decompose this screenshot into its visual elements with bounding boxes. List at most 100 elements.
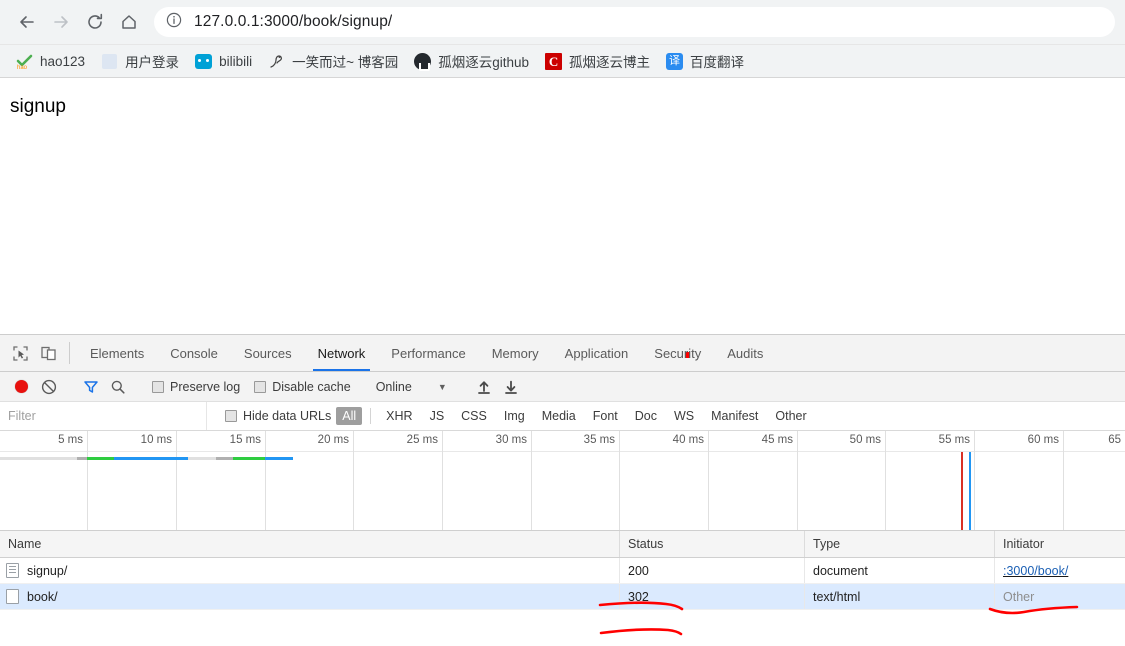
bookmark-cnblogs[interactable]: 一笑而过~ 博客园 bbox=[260, 48, 406, 74]
table-header-row: Name Status Type Initiator bbox=[0, 531, 1125, 558]
inspect-element-icon bbox=[12, 345, 28, 361]
upload-icon bbox=[478, 380, 491, 394]
forward-button[interactable] bbox=[44, 5, 78, 39]
address-bar[interactable]: 127.0.0.1:3000/book/signup/ bbox=[154, 7, 1115, 37]
reload-button[interactable] bbox=[78, 5, 112, 39]
initiator-link[interactable]: :3000/book/ bbox=[1003, 564, 1068, 578]
overview-bar-segment bbox=[77, 457, 87, 460]
disable-cache-checkbox[interactable]: Disable cache bbox=[254, 380, 351, 394]
bookmark-label: bilibili bbox=[219, 53, 253, 69]
request-name-cell[interactable]: book/ bbox=[0, 584, 620, 609]
filter-button[interactable] bbox=[77, 374, 104, 400]
bookmark-bilibili[interactable]: bilibili bbox=[187, 48, 260, 74]
timeline-tick: 25 ms bbox=[354, 431, 443, 530]
overview-bar-segment bbox=[216, 457, 233, 460]
table-row[interactable]: signup/ 200 document :3000/book/ bbox=[0, 558, 1125, 584]
disable-cache-label: Disable cache bbox=[272, 379, 351, 394]
clear-button[interactable] bbox=[35, 374, 62, 400]
hide-data-urls-checkbox[interactable]: Hide data URLs bbox=[225, 409, 331, 423]
tab-elements[interactable]: Elements bbox=[77, 335, 157, 371]
page-info-icon[interactable] bbox=[166, 12, 182, 33]
timeline-tick: 60 ms bbox=[975, 431, 1064, 530]
filter-type-all[interactable]: All bbox=[336, 407, 363, 425]
export-har-button[interactable] bbox=[498, 374, 525, 400]
bookmark-hao123[interactable]: hao hao123 bbox=[8, 48, 93, 74]
filter-type-img[interactable]: Img bbox=[498, 407, 531, 425]
tab-label: Elements bbox=[90, 345, 145, 361]
bookmark-label: 一笑而过~ 博客园 bbox=[292, 55, 399, 70]
network-toolbar: Preserve log Disable cache Online ▼ bbox=[0, 372, 1125, 402]
tab-audits[interactable]: Audits bbox=[714, 335, 776, 371]
request-name-cell[interactable]: signup/ bbox=[0, 558, 620, 583]
column-header-name[interactable]: Name bbox=[0, 531, 620, 557]
bookmark-github[interactable]: 孤烟逐云github bbox=[406, 48, 537, 74]
tick-label: 35 ms bbox=[583, 434, 615, 446]
tab-memory[interactable]: Memory bbox=[479, 335, 552, 371]
tab-console[interactable]: Console bbox=[157, 335, 231, 371]
timeline-tick: 65 bbox=[1064, 431, 1125, 530]
tab-label: Memory bbox=[491, 345, 539, 361]
table-row[interactable]: book/ 302 text/html Other bbox=[0, 584, 1125, 610]
column-header-status[interactable]: Status bbox=[620, 531, 805, 557]
filter-type-font[interactable]: Font bbox=[587, 407, 624, 425]
network-filter-bar: Filter Hide data URLs All XHR JS CSS Img… bbox=[0, 402, 1125, 431]
tab-label: Application bbox=[564, 345, 629, 361]
tick-label: 55 ms bbox=[938, 434, 970, 446]
overview-bar-segment bbox=[265, 457, 293, 460]
tab-network[interactable]: Network bbox=[305, 335, 379, 371]
tab-sources[interactable]: Sources bbox=[231, 335, 305, 371]
overview-bar-segment bbox=[87, 457, 114, 460]
tab-security[interactable]: Security bbox=[641, 335, 714, 371]
filter-type-ws[interactable]: WS bbox=[668, 407, 700, 425]
filter-type-doc[interactable]: Doc bbox=[629, 407, 663, 425]
filter-icon bbox=[83, 380, 98, 393]
filter-type-css[interactable]: CSS bbox=[455, 407, 493, 425]
tab-label: Console bbox=[170, 345, 218, 361]
browser-toolbar: 127.0.0.1:3000/book/signup/ bbox=[0, 0, 1125, 45]
filter-divider bbox=[370, 408, 372, 424]
preserve-log-checkbox[interactable]: Preserve log bbox=[152, 380, 240, 394]
filter-type-other[interactable]: Other bbox=[769, 407, 812, 425]
filter-type-js[interactable]: JS bbox=[424, 407, 451, 425]
tick-label: 15 ms bbox=[229, 434, 261, 446]
bookmark-label: 用户登录 bbox=[125, 55, 180, 70]
device-toolbar-button[interactable] bbox=[34, 335, 62, 371]
document-blank-icon bbox=[6, 589, 19, 604]
download-icon bbox=[505, 380, 518, 394]
filter-input[interactable]: Filter bbox=[0, 402, 207, 430]
network-overview[interactable]: 5 ms 10 ms 15 ms 20 ms 25 ms 30 ms 35 ms… bbox=[0, 431, 1125, 531]
tab-application[interactable]: Application bbox=[552, 335, 642, 371]
back-button[interactable] bbox=[10, 5, 44, 39]
request-initiator-cell: Other bbox=[1003, 589, 1035, 604]
github-favicon bbox=[414, 52, 432, 71]
bookmark-label: hao123 bbox=[40, 53, 86, 69]
devtools-panel: Elements Console Sources Network Perform… bbox=[0, 334, 1125, 635]
timeline-tick: 10 ms bbox=[88, 431, 177, 530]
request-initiator-cell[interactable]: :3000/book/ bbox=[995, 558, 1125, 583]
home-button[interactable] bbox=[112, 5, 146, 39]
filter-type-media[interactable]: Media bbox=[536, 407, 582, 425]
timeline-tick: 30 ms bbox=[443, 431, 532, 530]
column-header-initiator[interactable]: Initiator bbox=[995, 531, 1125, 557]
filter-type-xhr[interactable]: XHR bbox=[380, 407, 418, 425]
filter-type-manifest[interactable]: Manifest bbox=[705, 407, 764, 425]
import-har-button[interactable] bbox=[471, 374, 498, 400]
bookmark-label: 孤烟逐云github bbox=[438, 55, 530, 70]
tab-performance[interactable]: Performance bbox=[378, 335, 478, 371]
checkbox-box bbox=[152, 380, 164, 393]
address-bar-url[interactable]: 127.0.0.1:3000/book/signup/ bbox=[194, 13, 392, 31]
column-header-type[interactable]: Type bbox=[805, 531, 995, 557]
inspect-element-button[interactable] bbox=[6, 335, 34, 371]
bookmark-user-login[interactable]: 用户登录 bbox=[93, 48, 187, 74]
tick-label: 45 ms bbox=[761, 434, 793, 446]
tick-label: 10 ms bbox=[140, 434, 172, 446]
bookmark-csdn[interactable]: C 孤烟逐云博主 bbox=[537, 48, 658, 74]
filter-placeholder: Filter bbox=[8, 409, 36, 423]
throttling-select[interactable]: Online ▼ bbox=[376, 380, 447, 394]
search-icon bbox=[111, 380, 125, 394]
load-event-line bbox=[969, 452, 971, 530]
timeline-tick: 35 ms bbox=[532, 431, 620, 530]
bookmark-baidu-fanyi[interactable]: 译 百度翻译 bbox=[658, 48, 752, 74]
search-button[interactable] bbox=[104, 374, 131, 400]
record-button[interactable] bbox=[8, 374, 35, 400]
